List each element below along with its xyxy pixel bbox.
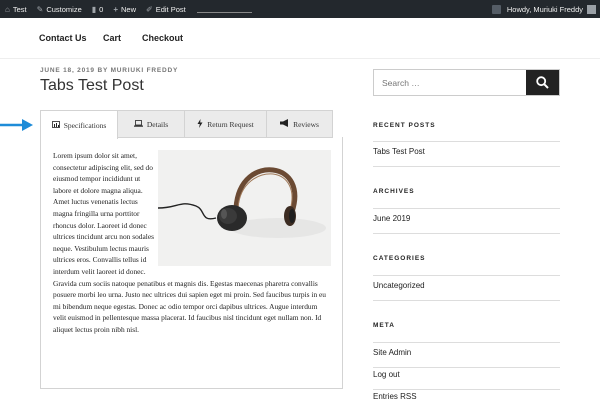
- megaphone-icon: [280, 119, 289, 129]
- tabs-bar: Specifications Details Return Request Re…: [40, 110, 333, 139]
- tab-panel-specifications: Lorem ipsum dolor sit amet, consectetur …: [40, 137, 343, 389]
- divider: [373, 141, 560, 142]
- new-label: New: [121, 4, 137, 14]
- meta-link-site-admin[interactable]: Site Admin: [373, 346, 560, 368]
- search-input[interactable]: [374, 70, 527, 95]
- headphones-image: [158, 150, 331, 266]
- page-title: Tabs Test Post: [40, 77, 144, 94]
- site-name: Test: [12, 4, 27, 14]
- screen-options-icon[interactable]: [491, 4, 501, 14]
- comment-icon: ▮: [91, 4, 97, 14]
- main-nav: Contact Us Cart Checkout: [0, 18, 600, 59]
- categories-heading: CATEGORIES: [373, 255, 426, 262]
- meta-link-entries-rss[interactable]: Entries RSS: [373, 390, 560, 400]
- divider: [373, 342, 560, 343]
- tab-reviews[interactable]: Reviews: [267, 111, 332, 137]
- avatar[interactable]: [587, 4, 596, 14]
- plus-icon: +: [113, 4, 118, 14]
- admin-bar-new[interactable]: + New: [108, 0, 141, 18]
- comments-count: 0: [99, 4, 104, 14]
- meta-label: Entries RSS: [373, 392, 417, 400]
- meta-label: Log out: [373, 370, 400, 379]
- admin-bar-site[interactable]: ⌂ Test: [0, 0, 32, 18]
- sidebar-search: [373, 69, 560, 96]
- tab-specifications[interactable]: Specifications: [41, 111, 118, 139]
- meta-label: Site Admin: [373, 348, 412, 357]
- search-button[interactable]: [526, 70, 559, 95]
- chart-icon: [51, 120, 60, 130]
- howdy-user[interactable]: Howdy, Muriuki Freddy: [507, 5, 583, 14]
- tab-details[interactable]: Details: [118, 111, 185, 137]
- brush-icon: ✎: [36, 4, 44, 14]
- admin-bar-customize[interactable]: ✎ Customize: [32, 0, 87, 18]
- category-link[interactable]: Uncategorized: [373, 279, 560, 301]
- pointer-arrow-icon: [0, 119, 33, 131]
- admin-bar-edit[interactable]: ✐ Edit Post: [141, 0, 191, 18]
- admin-bar-search-field[interactable]: [196, 11, 252, 13]
- laptop-icon: [133, 119, 143, 129]
- customize-label: Customize: [46, 4, 82, 14]
- archive-label: June 2019: [373, 214, 411, 223]
- meta-link-log-out[interactable]: Log out: [373, 368, 560, 390]
- post-meta: JUNE 18, 2019 BY MURIUKI FREDDY: [40, 67, 179, 74]
- nav-item-contact[interactable]: Contact Us: [39, 33, 87, 43]
- category-label: Uncategorized: [373, 281, 425, 290]
- bolt-icon: [197, 118, 203, 130]
- divider: [373, 208, 560, 209]
- tab-label: Specifications: [63, 120, 107, 130]
- recent-post-link[interactable]: Tabs Test Post: [373, 145, 560, 167]
- recent-post-label: Tabs Test Post: [373, 147, 425, 156]
- divider: [373, 275, 560, 276]
- tab-label: Details: [146, 119, 169, 129]
- archives-heading: ARCHIVES: [373, 188, 415, 195]
- pencil-icon: ✐: [146, 4, 153, 14]
- archive-link[interactable]: June 2019: [373, 212, 560, 234]
- home-icon: ⌂: [5, 4, 10, 14]
- tab-label: Return Request: [207, 119, 254, 129]
- nav-item-checkout[interactable]: Checkout: [142, 33, 183, 43]
- edit-label: Edit Post: [155, 4, 186, 14]
- nav-item-cart[interactable]: Cart: [103, 33, 121, 43]
- admin-bar: ⌂ Test ✎ Customize ▮ 0 + New ✐ Edit Post Howd…: [0, 0, 600, 18]
- admin-bar-comments[interactable]: ▮ 0: [87, 0, 109, 18]
- meta-heading: META: [373, 322, 395, 329]
- tab-return-request[interactable]: Return Request: [185, 111, 267, 137]
- tab-label: Reviews: [293, 119, 319, 129]
- search-icon: [536, 76, 549, 89]
- recent-posts-heading: RECENT POSTS: [373, 122, 436, 129]
